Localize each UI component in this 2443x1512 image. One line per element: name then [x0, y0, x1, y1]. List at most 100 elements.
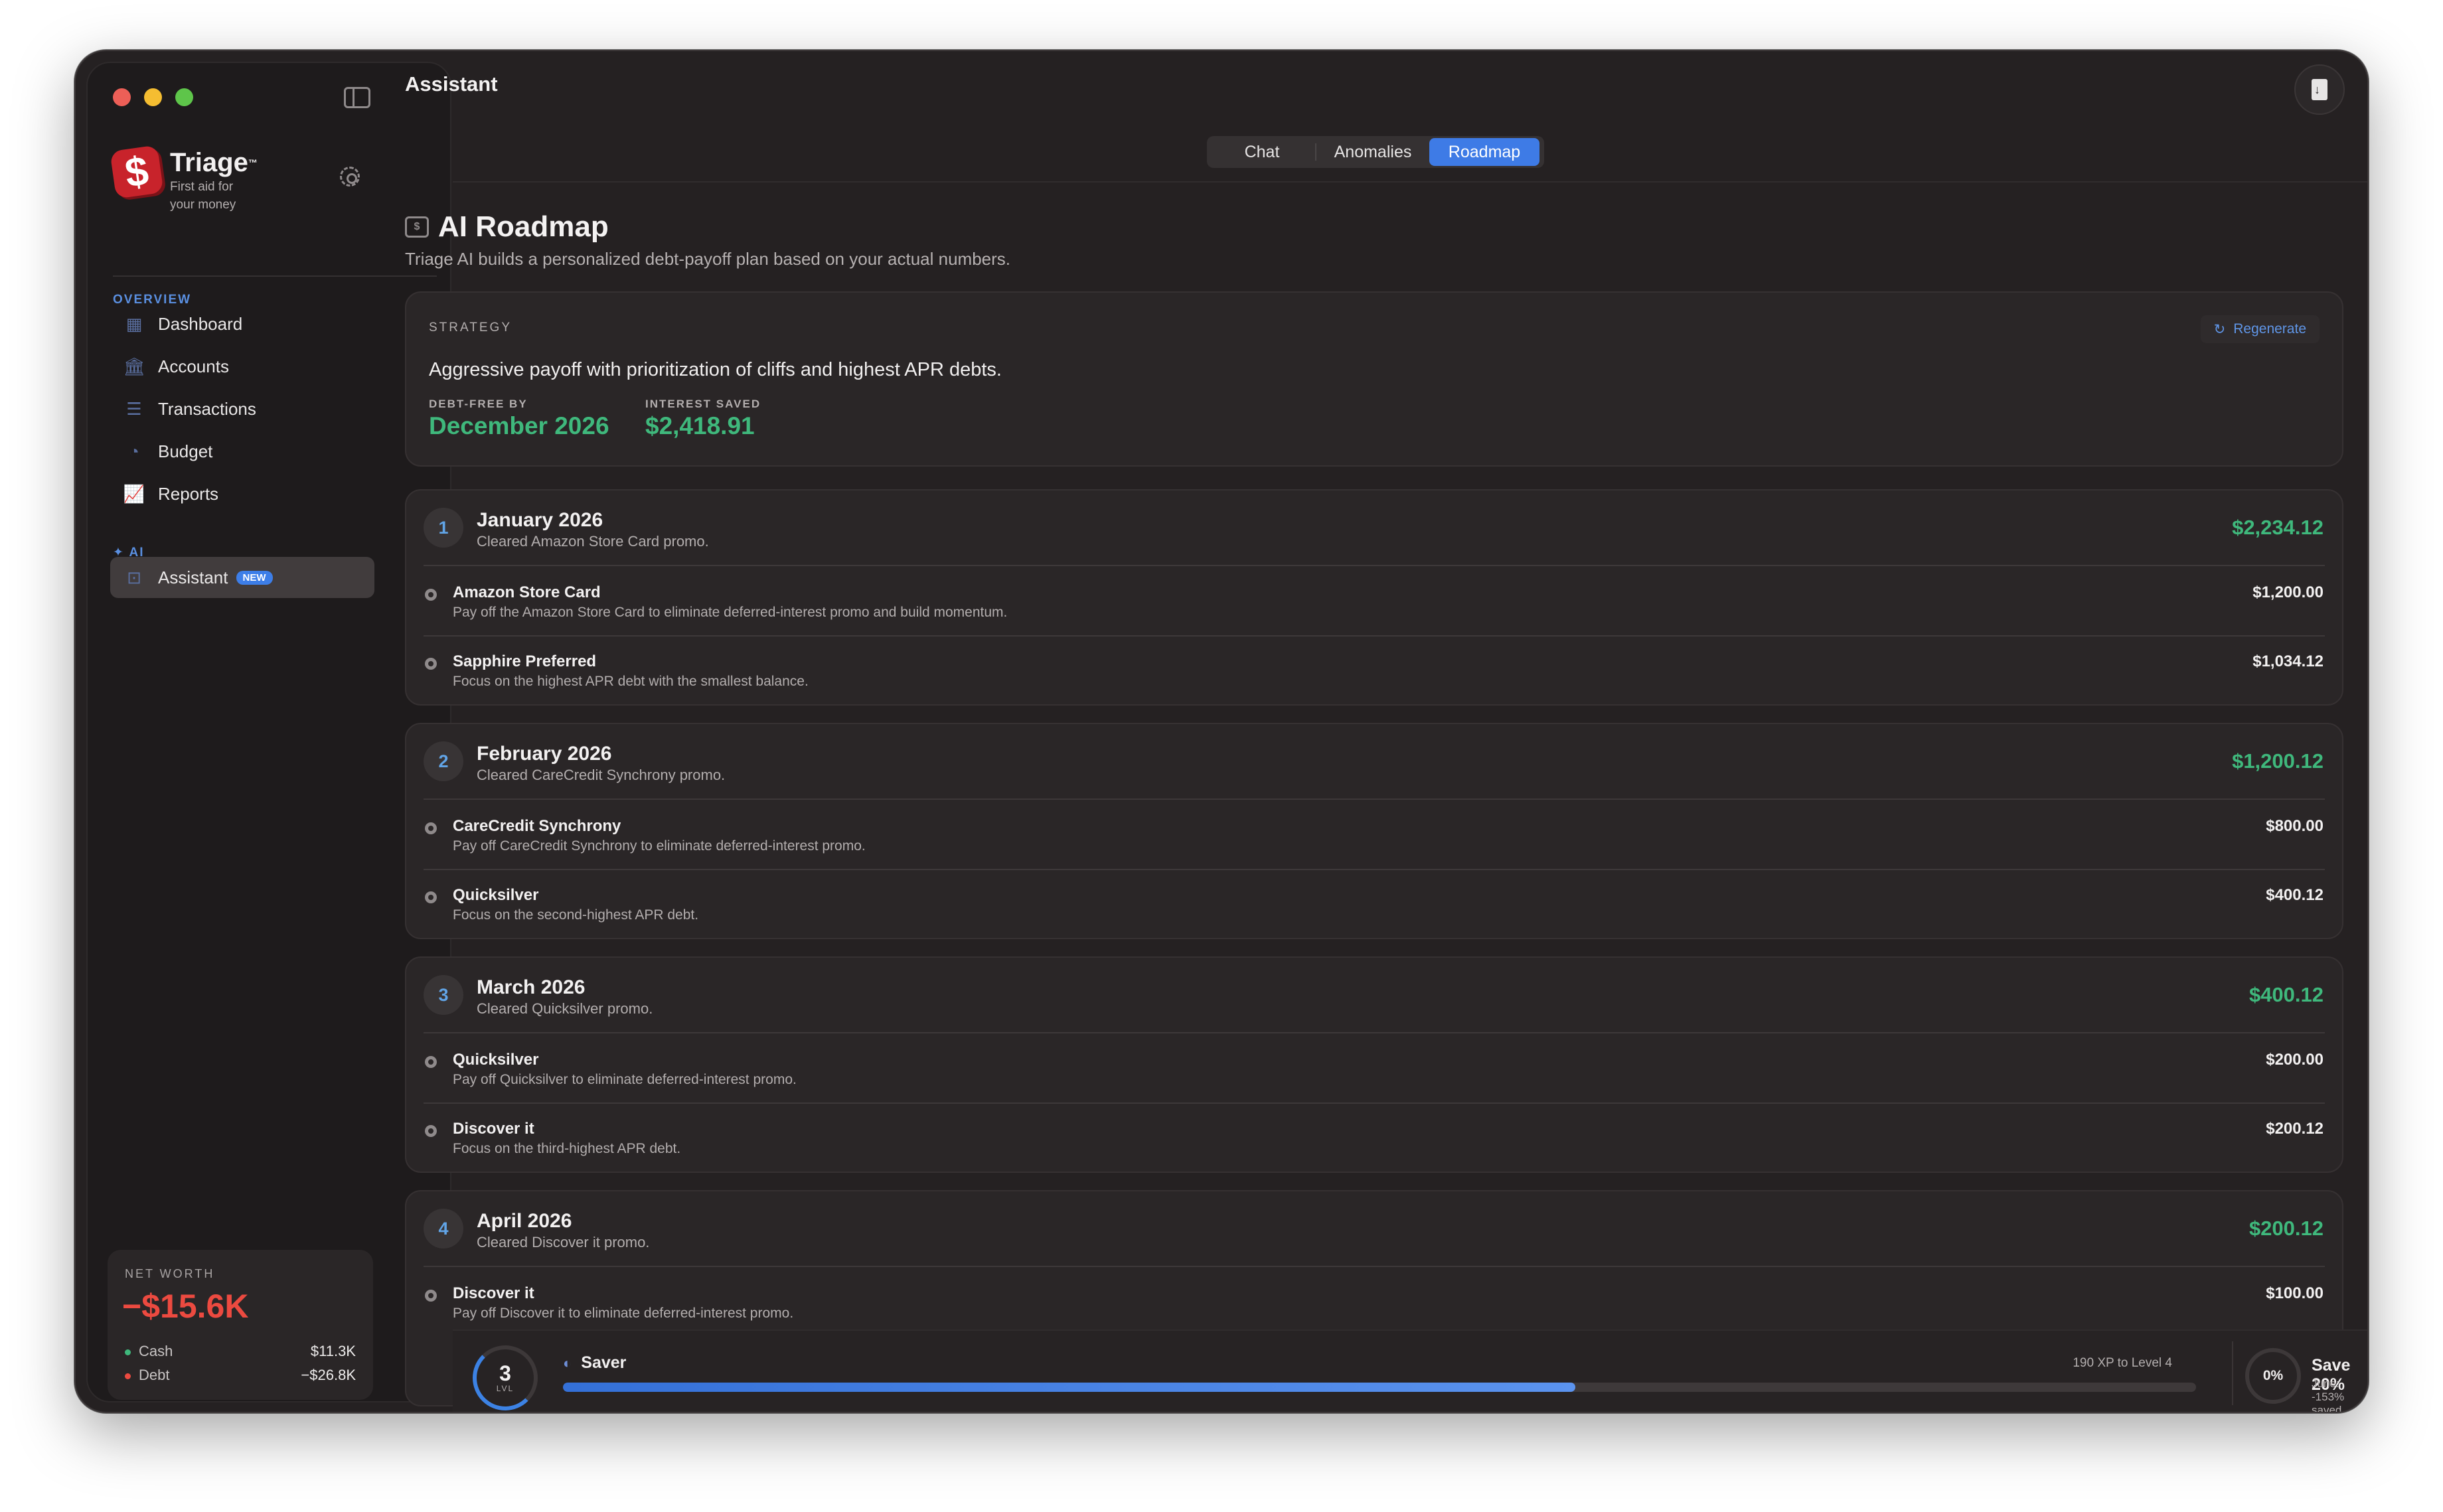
month-card: 1 January 2026 Cleared Amazon Store Card…	[405, 489, 2343, 706]
payment-description: Focus on the highest APR debt with the s…	[453, 674, 809, 689]
net-worth-label: NET WORTH	[125, 1267, 215, 1280]
month-subtitle: Cleared Quicksilver promo.	[477, 1000, 653, 1017]
brand-tagline-2: your money	[170, 198, 236, 212]
payment-amount: $400.12	[2266, 886, 2324, 904]
payment-name: Discover it	[453, 1120, 534, 1138]
bullet-icon	[425, 1056, 437, 1068]
document-download-icon	[2312, 79, 2327, 100]
debt-free-value: December 2026	[429, 412, 609, 439]
sidebar-item-assistant[interactable]: ⊡ Assistant NEW	[110, 557, 374, 598]
month-subtitle: Cleared Discover it promo.	[477, 1234, 650, 1250]
payment-name: Quicksilver	[453, 886, 539, 904]
bullet-icon	[425, 891, 437, 903]
payment-description: Pay off Discover it to eliminate deferre…	[453, 1306, 794, 1321]
interest-saved-label: INTEREST SAVED	[645, 398, 761, 410]
savings-goal-subtitle: June: -153% saved	[2312, 1377, 2345, 1413]
export-document-button[interactable]	[2294, 64, 2345, 115]
month-title: March 2026	[477, 976, 586, 998]
sidebar-toggle-icon[interactable]	[344, 87, 370, 108]
cash-value: $11.3K	[310, 1343, 356, 1359]
strategy-label: STRATEGY	[429, 321, 512, 335]
assistant-icon: ⊡	[127, 567, 141, 587]
payment-amount: $100.00	[2266, 1284, 2324, 1302]
level-number: 3	[499, 1361, 511, 1385]
cash-dot-icon	[125, 1349, 131, 1355]
month-step-number: 3	[424, 975, 463, 1015]
bullet-icon	[425, 658, 437, 670]
debt-free-label: DEBT-FREE BY	[429, 398, 528, 410]
month-header: 1 January 2026 Cleared Amazon Store Card…	[406, 491, 2342, 565]
zoom-window-button[interactable]	[175, 88, 193, 106]
net-worth-value: −$15.6K	[122, 1288, 249, 1325]
tab-chat[interactable]: Chat	[1209, 138, 1315, 166]
payment-name: Amazon Store Card	[453, 583, 601, 601]
month-total: $2,234.12	[2232, 516, 2324, 539]
payment-amount: $800.00	[2266, 817, 2324, 835]
dashboard-icon: ▦	[125, 313, 143, 334]
cash-row: Cash $11.3K	[125, 1343, 356, 1360]
month-total: $1,200.12	[2232, 749, 2324, 773]
tab-anomalies[interactable]: Anomalies	[1316, 138, 1429, 166]
view-tabs: Chat Anomalies Roadmap	[1207, 136, 1544, 168]
payment-description: Focus on the third-highest APR debt.	[453, 1141, 681, 1156]
close-window-button[interactable]	[113, 88, 131, 106]
debt-row: Debt −$26.8K	[125, 1367, 356, 1384]
sidebar-item-label: Budget	[158, 441, 213, 461]
payment-description: Pay off Quicksilver to eliminate deferre…	[453, 1072, 797, 1087]
month-header: 2 February 2026 Cleared CareCredit Synch…	[406, 724, 2342, 798]
bullet-icon	[425, 822, 437, 834]
xp-to-next-level: 190 XP to Level 4	[2073, 1356, 2172, 1370]
month-total: $200.12	[2248, 1217, 2324, 1240]
month-subtitle: Cleared CareCredit Synchrony promo.	[477, 767, 726, 783]
month-step-number: 2	[424, 741, 463, 781]
month-title: January 2026	[477, 509, 603, 531]
roadmap-icon: $	[405, 216, 429, 238]
payment-description: Pay off the Amazon Store Card to elimina…	[453, 605, 1008, 620]
month-card: 3 March 2026 Cleared Quicksilver promo. …	[405, 956, 2343, 1173]
month-total: $400.12	[2248, 983, 2324, 1006]
sidebar-item-label: Reports	[158, 483, 219, 504]
payment-amount: $1,200.00	[2252, 583, 2324, 601]
minimize-window-button[interactable]	[144, 88, 162, 106]
sidebar-item-label: Dashboard	[158, 313, 243, 334]
savings-goal-ring: 0%	[2245, 1348, 2301, 1404]
payment-row: Quicksilver Focus on the second-highest …	[406, 869, 2342, 938]
payment-name: CareCredit Synchrony	[453, 817, 621, 835]
sidebar-item-label: Accounts	[158, 356, 229, 376]
debt-dot-icon	[125, 1373, 131, 1379]
month-title: April 2026	[477, 1210, 572, 1232]
brand-logo: $	[110, 145, 164, 199]
sidebar: $ Triage™ First aid for your money OVERV…	[86, 62, 451, 1402]
progress-bar-footer: 3 LVL ◐ Saver 190 XP to Level 4 0% Save …	[453, 1329, 2367, 1413]
sidebar-item-dashboard[interactable]: ▦ Dashboard	[110, 303, 374, 344]
footer-divider	[2232, 1341, 2233, 1405]
pie-icon: ◔	[129, 441, 139, 461]
payment-row: Amazon Store Card Pay off the Amazon Sto…	[406, 566, 2342, 635]
tab-roadmap[interactable]: Roadmap	[1429, 138, 1539, 166]
month-step-number: 1	[424, 508, 463, 548]
payment-amount: $200.00	[2266, 1051, 2324, 1069]
payment-row: Quicksilver Pay off Quicksilver to elimi…	[406, 1033, 2342, 1102]
sidebar-item-transactions[interactable]: ☰ Transactions	[110, 388, 374, 429]
sidebar-item-label: Transactions	[158, 398, 256, 419]
month-header: 3 March 2026 Cleared Quicksilver promo. …	[406, 958, 2342, 1032]
sidebar-item-reports[interactable]: 📈 Reports	[110, 473, 374, 514]
refresh-icon: ↻	[2213, 321, 2226, 337]
strategy-card: STRATEGY ↻ Regenerate Aggressive payoff …	[405, 291, 2343, 467]
month-subtitle: Cleared Amazon Store Card promo.	[477, 533, 709, 550]
payment-amount: $1,034.12	[2252, 652, 2324, 670]
sidebar-item-budget[interactable]: ◔ Budget	[110, 431, 374, 472]
regenerate-button[interactable]: ↻ Regenerate	[2200, 315, 2320, 343]
header-divider	[453, 181, 2367, 183]
bullet-icon	[425, 1290, 437, 1302]
bullet-icon	[425, 1125, 437, 1137]
bank-icon: 🏛	[123, 356, 145, 376]
app-window: $ Triage™ First aid for your money OVERV…	[74, 50, 2369, 1413]
sidebar-item-accounts[interactable]: 🏛 Accounts	[110, 346, 374, 387]
payment-row: CareCredit Synchrony Pay off CareCredit …	[406, 800, 2342, 869]
level-ring: 3 LVL	[473, 1345, 538, 1410]
settings-gear-icon[interactable]	[340, 167, 360, 187]
brand-name: Triage™	[170, 148, 258, 177]
list-icon: ☰	[126, 398, 142, 419]
month-header: 4 April 2026 Cleared Discover it promo. …	[406, 1191, 2342, 1266]
